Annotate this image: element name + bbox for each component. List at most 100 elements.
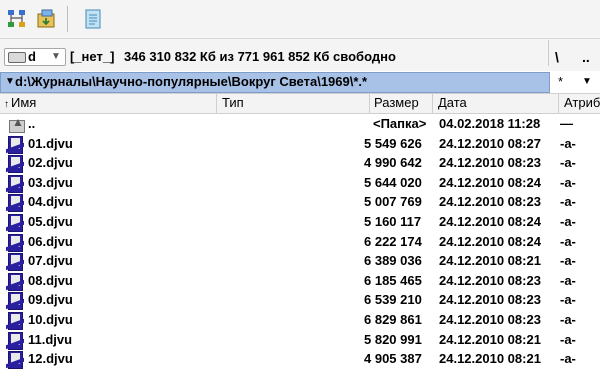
file-row[interactable]: 03.djvu 5 644 020 24.12.2010 08:24 -a- <box>0 173 600 193</box>
column-header-date[interactable]: Дата <box>433 94 559 113</box>
file-name: .. <box>28 116 36 131</box>
file-name: 09.djvu <box>28 292 73 308</box>
file-name: 02.djvu <box>28 155 73 171</box>
file-row[interactable]: 02.djvu 4 990 642 24.12.2010 08:23 -a- <box>0 153 600 174</box>
file-attributes: -a- <box>560 272 576 288</box>
file-size: 6 222 174 <box>364 233 422 249</box>
djvu-file-icon <box>6 331 26 350</box>
drive-label: [_нет_] <box>70 49 115 64</box>
file-attributes: -a- <box>560 311 576 327</box>
toolbar-separator <box>67 6 68 32</box>
file-date: 24.12.2010 08:23 <box>439 155 541 171</box>
file-attributes: -a- <box>560 135 576 151</box>
drive-bar: d ▼ [_нет_] 346 310 832 Кб из 771 961 85… <box>0 39 600 71</box>
djvu-file-icon <box>6 193 26 213</box>
drivebar-separator <box>548 40 549 66</box>
file-row[interactable]: 08.djvu 6 185 465 24.12.2010 08:23 -a- <box>0 271 600 291</box>
file-size: 5 644 020 <box>364 174 422 190</box>
network-tree-icon[interactable] <box>4 6 30 32</box>
file-name: 10.djvu <box>28 311 73 327</box>
file-size: 6 185 465 <box>364 272 422 288</box>
djvu-file-icon <box>6 350 26 370</box>
djvu-file-icon <box>6 174 26 193</box>
file-row[interactable]: 12.djvu 4 905 387 24.12.2010 08:21 -a- <box>0 349 600 370</box>
file-row[interactable]: 11.djvu 5 820 991 24.12.2010 08:21 -a- <box>0 330 600 350</box>
file-size: <Папка> <box>373 116 427 131</box>
file-name: 11.djvu <box>28 331 73 347</box>
file-date: 24.12.2010 08:21 <box>439 331 541 347</box>
file-date: 24.12.2010 08:23 <box>439 272 541 288</box>
file-name: 04.djvu <box>28 194 73 210</box>
file-date: 24.12.2010 08:24 <box>439 174 541 190</box>
chevron-down-icon: ▼ <box>51 51 61 62</box>
file-date: 24.12.2010 08:23 <box>439 194 541 210</box>
current-path: d:\Журналы\Научно-популярные\Вокруг Свет… <box>15 74 368 89</box>
djvu-file-icon <box>6 135 26 154</box>
file-attributes: -a- <box>560 174 576 190</box>
file-date: 24.12.2010 08:27 <box>439 135 541 151</box>
file-row[interactable]: 05.djvu 5 160 117 24.12.2010 08:24 -a- <box>0 212 600 232</box>
file-attributes: -a- <box>560 331 576 347</box>
file-date: 24.12.2010 08:21 <box>439 351 541 367</box>
drive-space-info: [_нет_] 346 310 832 Кб из 771 961 852 Кб… <box>70 49 396 64</box>
file-attributes: -a- <box>560 292 576 308</box>
drive-selector[interactable]: d ▼ <box>4 48 66 66</box>
file-attributes: -a- <box>560 253 576 269</box>
column-header-name[interactable]: ↑ Имя <box>0 94 217 113</box>
file-row[interactable]: 07.djvu 6 389 036 24.12.2010 08:21 -a- <box>0 251 600 272</box>
file-row[interactable]: 10.djvu 6 829 861 24.12.2010 08:23 -a- <box>0 310 600 330</box>
file-name: 12.djvu <box>28 351 73 367</box>
sort-ascending-icon: ↑ <box>4 99 9 110</box>
column-header-row: ↑ Имя Тип Размер Дата Атриб <box>0 93 600 114</box>
file-attributes: — <box>560 116 573 131</box>
file-size: 4 990 642 <box>364 155 422 171</box>
file-date: 24.12.2010 08:24 <box>439 213 541 229</box>
history-button[interactable]: * <box>558 74 563 89</box>
chevron-down-icon[interactable]: ▼ <box>582 76 592 87</box>
root-directory-button[interactable]: \ <box>555 49 559 65</box>
path-dropdown-icon[interactable]: ▼ <box>5 76 15 87</box>
archive-box-icon[interactable] <box>34 6 60 32</box>
file-attributes: -a- <box>560 194 576 210</box>
djvu-file-icon <box>6 252 26 272</box>
file-attributes: -a- <box>560 213 576 229</box>
file-size: 6 539 210 <box>364 292 422 308</box>
file-date: 24.12.2010 08:23 <box>439 311 541 327</box>
file-size: 4 905 387 <box>364 351 422 367</box>
column-header-size[interactable]: Размер <box>370 94 433 113</box>
file-row[interactable]: 04.djvu 5 007 769 24.12.2010 08:23 -a- <box>0 192 600 213</box>
file-attributes: -a- <box>560 155 576 171</box>
toolbar <box>0 0 600 39</box>
file-name: 07.djvu <box>28 253 73 269</box>
parent-folder-row[interactable]: ▲ .. <Папка> 04.02.2018 11:28 — <box>0 114 600 134</box>
djvu-file-icon <box>6 311 26 330</box>
file-date: 24.12.2010 08:21 <box>439 253 541 269</box>
file-size: 6 829 861 <box>364 311 422 327</box>
column-header-type[interactable]: Тип <box>217 94 370 113</box>
file-name: 01.djvu <box>28 135 73 151</box>
notepad-icon[interactable] <box>80 6 106 32</box>
djvu-file-icon <box>6 154 26 174</box>
column-header-attributes[interactable]: Атриб <box>559 94 600 113</box>
file-attributes: -a- <box>560 233 576 249</box>
parent-directory-button[interactable]: .. <box>582 49 590 65</box>
file-name: 03.djvu <box>28 174 73 190</box>
file-date: 04.02.2018 11:28 <box>439 116 541 131</box>
file-row[interactable]: 06.djvu 6 222 174 24.12.2010 08:24 -a- <box>0 232 600 252</box>
file-name: 08.djvu <box>28 272 73 288</box>
drive-free-space: 346 310 832 Кб из 771 961 852 Кб свободн… <box>124 49 396 64</box>
djvu-file-icon <box>6 213 26 232</box>
file-size: 6 389 036 <box>364 253 422 269</box>
drive-letter: d <box>28 49 36 64</box>
file-row[interactable]: 09.djvu 6 539 210 24.12.2010 08:23 -a- <box>0 290 600 311</box>
file-size: 5 549 626 <box>364 135 422 151</box>
file-list: ▲ .. <Папка> 04.02.2018 11:28 — 01.djvu 5… <box>0 114 600 370</box>
file-size: 5 820 991 <box>364 331 422 347</box>
file-name: 06.djvu <box>28 233 73 249</box>
file-attributes: -a- <box>560 351 576 367</box>
djvu-file-icon <box>6 272 26 291</box>
djvu-file-icon <box>6 233 26 252</box>
path-bar[interactable]: ▼ d:\Журналы\Научно-популярные\Вокруг Св… <box>0 72 550 93</box>
file-size: 5 007 769 <box>364 194 422 210</box>
file-row[interactable]: 01.djvu 5 549 626 24.12.2010 08:27 -a- <box>0 134 600 154</box>
